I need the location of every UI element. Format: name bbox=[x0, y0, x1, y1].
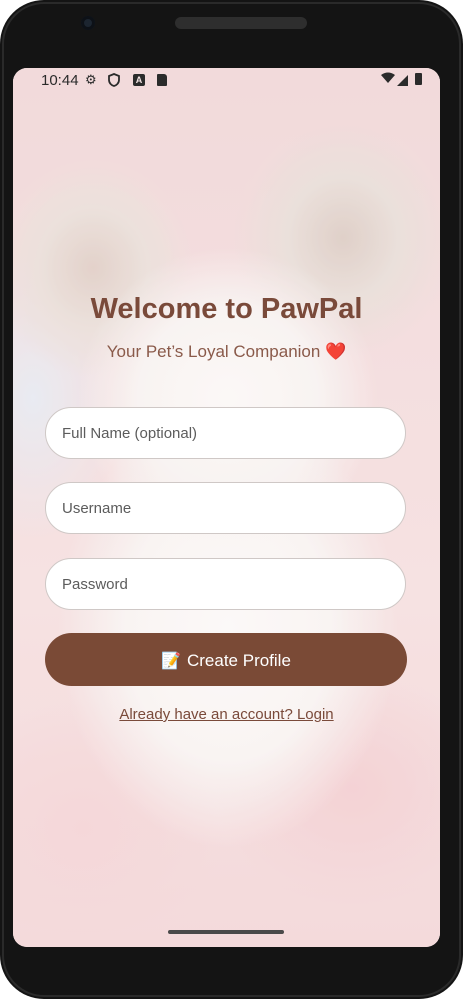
battery-icon bbox=[415, 73, 422, 85]
front-camera bbox=[81, 16, 95, 30]
create-profile-button[interactable]: 📝 Create Profile bbox=[45, 633, 407, 686]
phone-frame: 10:44 ⚙ A Welcome to PawPal Your Pet’s L… bbox=[0, 0, 463, 999]
login-link[interactable]: Already have an account? Login bbox=[13, 706, 440, 723]
page-title: Welcome to PawPal bbox=[90, 293, 363, 325]
create-profile-label: Create Profile bbox=[186, 651, 291, 670]
a-badge-icon: A bbox=[133, 74, 145, 86]
password-input[interactable] bbox=[45, 558, 406, 610]
earpiece-speaker bbox=[175, 17, 307, 29]
shield-icon bbox=[108, 73, 120, 90]
memo-icon: 📝 bbox=[161, 653, 181, 670]
heart-icon: ❤️ bbox=[325, 342, 347, 361]
status-time: 10:44 bbox=[41, 72, 79, 89]
signal-icon bbox=[397, 75, 408, 86]
status-bar: 10:44 ⚙ A bbox=[13, 68, 440, 94]
subtitle-text: Your Pet’s Loyal Companion bbox=[106, 342, 321, 361]
sdcard-icon bbox=[157, 74, 167, 86]
app-screen: 10:44 ⚙ A Welcome to PawPal Your Pet’s L… bbox=[13, 68, 440, 947]
full-name-input[interactable] bbox=[45, 407, 406, 459]
username-input[interactable] bbox=[45, 482, 406, 534]
gear-icon: ⚙ bbox=[85, 72, 97, 87]
page-subtitle: Your Pet’s Loyal Companion ❤️ bbox=[13, 342, 440, 362]
home-gesture-bar[interactable] bbox=[168, 930, 284, 934]
wifi-icon bbox=[381, 72, 395, 87]
